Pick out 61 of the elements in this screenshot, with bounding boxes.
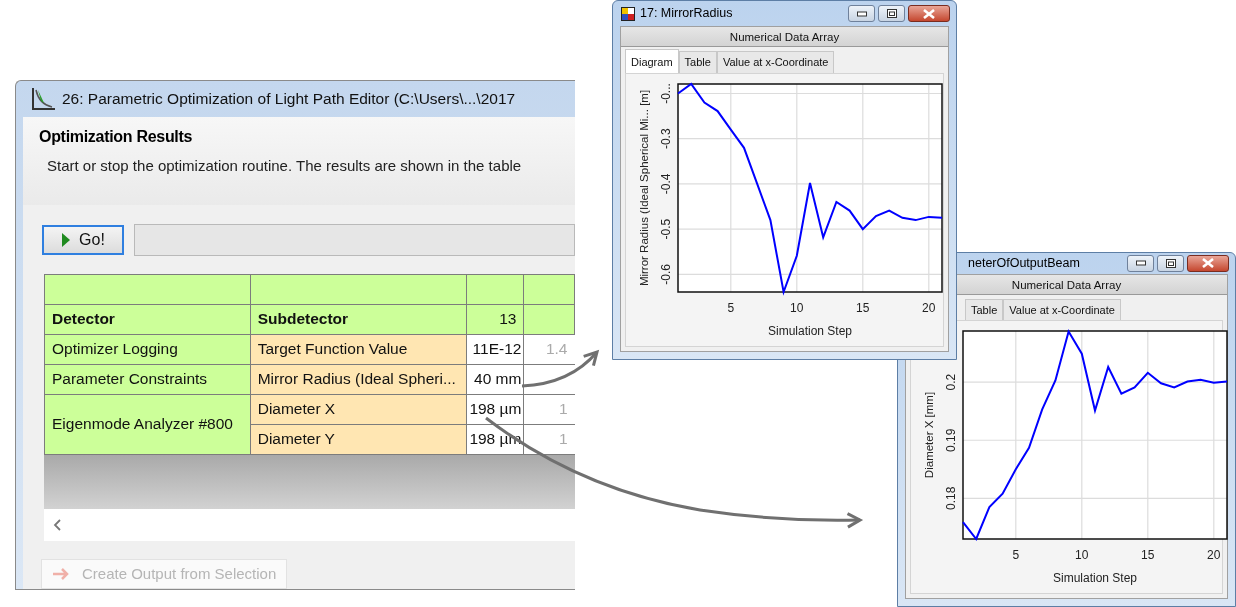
- maximize-button[interactable]: [1157, 254, 1184, 272]
- tick-label: -0.6: [659, 263, 673, 285]
- panel-caption: Numerical Data Array: [621, 27, 948, 47]
- window-title: neterOfOutputBeam: [968, 254, 1080, 272]
- table-cell: Optimizer Logging: [44, 334, 251, 364]
- tick-label: -0...: [659, 82, 673, 104]
- table-cell: Target Function Value: [250, 334, 467, 364]
- tab[interactable]: Value at x-Coordinate: [1003, 298, 1121, 320]
- tick-label: 15: [1141, 548, 1155, 562]
- minimize-button[interactable]: [1127, 254, 1154, 272]
- tick-label: 0.18: [944, 486, 958, 510]
- tick-label: -0.5: [659, 218, 673, 239]
- minimize-icon: [856, 10, 867, 17]
- tick-label: 15: [856, 300, 870, 315]
- tick-label: 10: [1075, 548, 1089, 562]
- tick-label: 10: [790, 300, 804, 315]
- description-text: Start or stop the optimization routine. The results are shown in the table: [47, 155, 523, 176]
- maximize-icon: [886, 9, 897, 18]
- window-title: 26: Parametric Optimization of Light Path Editor (C:\Users\...\2017: [62, 89, 516, 110]
- column-header: 13: [466, 304, 524, 334]
- maximize-icon: [1165, 258, 1176, 268]
- tab[interactable]: Diagram: [625, 49, 679, 73]
- grid-icon: [621, 6, 635, 21]
- tick-label: 5: [1012, 548, 1020, 562]
- column-header: Detector: [44, 304, 251, 334]
- table-cell: 11E-12: [466, 334, 524, 364]
- tick-label: 20: [922, 300, 936, 315]
- chevron-left-icon[interactable]: [52, 517, 62, 532]
- maximize-button[interactable]: [878, 5, 905, 22]
- table-cell: Eigenmode Analyzer #800: [44, 394, 251, 454]
- axis-title: Simulation Step: [768, 323, 852, 338]
- header-cell: [466, 274, 524, 304]
- play-icon: [61, 231, 72, 248]
- close-button[interactable]: [908, 5, 950, 22]
- tick-label: -0.4: [659, 173, 673, 194]
- close-icon: [1202, 258, 1214, 269]
- table-cell: Diameter X: [250, 394, 467, 424]
- tab[interactable]: Value at x-Coordinate: [716, 51, 835, 73]
- window-title: 17: MirrorRadius: [640, 5, 733, 23]
- header-cell: [523, 274, 575, 304]
- tick-label: 0.2: [944, 373, 958, 391]
- tab[interactable]: Table: [678, 51, 717, 73]
- go-button[interactable]: Go!: [42, 224, 124, 255]
- close-button[interactable]: [1187, 254, 1229, 272]
- column-header: Subdetector: [250, 304, 467, 334]
- tick-label: 0.19: [944, 428, 958, 452]
- close-icon: [923, 8, 935, 19]
- axis-title: Simulation Step: [1053, 571, 1137, 585]
- chart-icon: [30, 85, 56, 112]
- minimize-button[interactable]: [848, 5, 875, 22]
- tick-label: 20: [1207, 548, 1221, 562]
- axis-title: Diameter X [mm]: [923, 391, 935, 479]
- tick-label: -0.3: [659, 127, 673, 149]
- table-cell: Parameter Constraints: [44, 364, 251, 394]
- tick-label: 5: [727, 300, 735, 315]
- tab[interactable]: Table: [965, 298, 1004, 320]
- section-heading: Optimization Results: [39, 126, 194, 147]
- table-cell: Diameter Y: [250, 424, 467, 454]
- axis-title: Mirror Radius (Ideal Spherical Mi... [m]: [638, 89, 650, 286]
- table-cell: Mirror Radius (Ideal Spheri...: [250, 364, 467, 394]
- minimize-icon: [1135, 260, 1146, 267]
